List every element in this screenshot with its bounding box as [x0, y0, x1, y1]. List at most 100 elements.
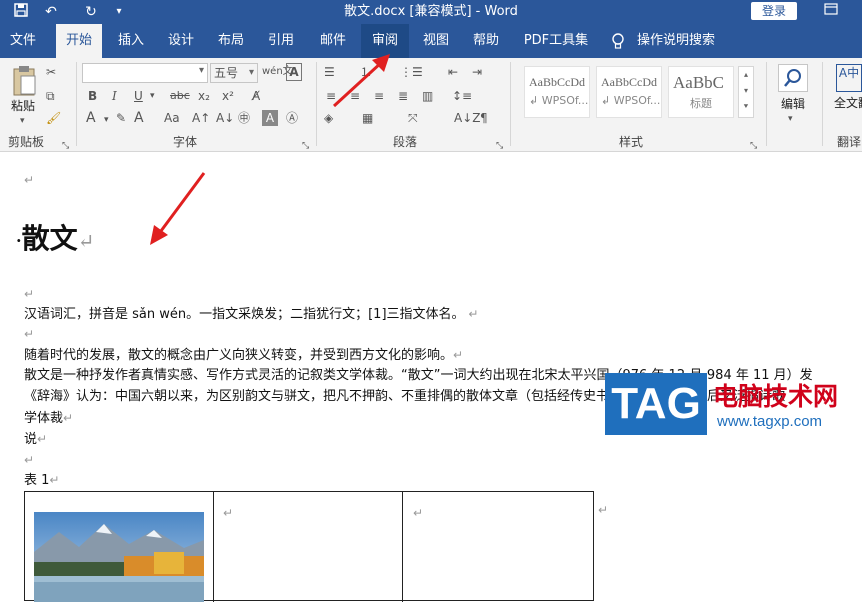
font-name-combo[interactable]: ▾ [82, 63, 208, 83]
tab-references[interactable]: 引用 [258, 24, 304, 58]
styles-more-icon[interactable]: ⯆ [739, 99, 753, 115]
table-caption[interactable]: 表 1↵ [24, 471, 59, 490]
ribbon-separator [76, 62, 77, 146]
cut-icon[interactable]: ✂ [46, 64, 56, 80]
font-size-combo[interactable]: 五号 ▾ [210, 63, 258, 83]
paragraph-mark: ↵ [24, 173, 35, 187]
borders-icon[interactable]: ▦ [362, 110, 373, 126]
styles-scroll[interactable]: ▴ ▾ ⯆ [738, 66, 754, 118]
text-effects-dropdown-icon[interactable]: ▾ [104, 112, 109, 128]
cell-mark: ↵ [413, 506, 424, 520]
ribbon-separator [822, 62, 823, 146]
annotation-arrow-heading [150, 172, 206, 245]
paragraph-group-label: 段落 [392, 135, 417, 149]
strikethrough-icon[interactable]: abc [170, 88, 190, 104]
styles-down-icon[interactable]: ▾ [739, 83, 753, 99]
paragraph-mark: ↵ [24, 287, 35, 301]
ribbon-separator [316, 62, 317, 146]
font-color-icon[interactable]: A [134, 110, 144, 126]
tab-file[interactable]: 文件 [0, 24, 46, 58]
styles-launcher-icon[interactable]: ⤡ [750, 138, 757, 154]
format-painter-icon[interactable]: 🖌 [46, 110, 61, 126]
annotation-arrow-review [332, 54, 390, 108]
window-title: 散文.docx [兼容模式] - Word [344, 4, 518, 19]
ribbon-separator [766, 62, 767, 146]
style-item-wps-1[interactable]: AaBbCcDd ↲ WPSOf... [524, 66, 590, 118]
enclose-characters-icon[interactable]: ㊥ [238, 110, 250, 126]
editing-dropdown-icon[interactable]: ▾ [788, 111, 793, 127]
tell-me-search[interactable]: 操作说明搜索 [634, 24, 718, 58]
superscript-icon[interactable]: x² [222, 88, 234, 104]
font-launcher-icon[interactable]: ⤡ [302, 138, 309, 154]
clipboard-launcher-icon[interactable]: ⤡ [62, 138, 69, 154]
shrink-font-icon[interactable]: A↓ [216, 110, 234, 126]
watermark-url: www.tagxp.com [717, 413, 823, 430]
editing-button[interactable]: 编辑 [776, 96, 810, 112]
body-paragraph[interactable]: 汉语词汇，拼音是 sǎn wén。一指文采焕发；二指犹行文；[1]三指文体名。 … [24, 305, 478, 324]
translate-icon[interactable]: A中 [836, 64, 862, 92]
highlight-icon[interactable]: ✎ [116, 110, 126, 126]
style-item-heading[interactable]: AaBbC 标题 [668, 66, 734, 118]
tab-design[interactable]: 设计 [158, 24, 204, 58]
underline-dropdown-icon[interactable]: ▾ [150, 88, 155, 104]
style-item-wps-2[interactable]: AaBbCcDd ↲ WPSOf... [596, 66, 662, 118]
styles-up-icon[interactable]: ▴ [739, 67, 753, 83]
line-spacing-icon[interactable]: ↕≡ [452, 88, 472, 104]
show-marks-icon[interactable]: ¶ [480, 110, 488, 126]
sort-icon[interactable]: A↓Z [454, 110, 480, 126]
tab-view[interactable]: 视图 [413, 24, 459, 58]
decrease-indent-icon[interactable]: ⇤ [448, 64, 458, 80]
tab-help[interactable]: 帮助 [463, 24, 509, 58]
tab-insert[interactable]: 插入 [108, 24, 154, 58]
tab-layout[interactable]: 布局 [208, 24, 254, 58]
shading-icon[interactable]: ◈ [324, 110, 333, 126]
search-icon[interactable] [778, 64, 808, 92]
paste-dropdown-icon[interactable]: ▾ [20, 113, 25, 129]
document-area[interactable]: ↵ ·散文↵ ↵ 汉语词汇，拼音是 sǎn wén。一指文采焕发；二指犹行文；[… [0, 153, 862, 602]
watermark-logo: TAG [605, 373, 707, 435]
paste-icon[interactable] [10, 64, 40, 102]
ribbon-tab-bar: 文件 开始 插入 设计 布局 引用 邮件 审阅 视图 帮助 PDF工具集 操作说… [0, 24, 862, 58]
bold-icon[interactable]: B [88, 88, 97, 104]
paragraph-launcher-icon[interactable]: ⤡ [496, 138, 503, 154]
watermark: TAG 电脑技术网 www.tagxp.com [605, 373, 862, 436]
tab-home[interactable]: 开始 [56, 24, 102, 58]
ribbon-display-options-icon[interactable] [820, 2, 842, 22]
row-end-mark: ↵ [598, 503, 609, 517]
font-name-dropdown-icon[interactable]: ▾ [199, 65, 204, 76]
body-paragraph[interactable]: 说↵ [24, 430, 47, 449]
font-size-value: 五号 [214, 66, 239, 80]
change-case-icon[interactable]: Aa [164, 110, 180, 126]
translate-group-label: 翻译 [836, 135, 861, 149]
font-group-label: 字体 [172, 135, 197, 149]
italic-icon[interactable]: I [112, 88, 117, 104]
paste-button[interactable]: 粘贴 [6, 98, 40, 114]
copy-icon[interactable]: ⧉ [46, 88, 55, 104]
title-bar: ↶ ↻ ▾ 散文.docx [兼容模式] - Word 登录 [0, 0, 862, 24]
subscript-icon[interactable]: x₂ [198, 88, 210, 104]
paragraph-mark: ↵ [24, 327, 35, 341]
increase-indent-icon[interactable]: ⇥ [472, 64, 482, 80]
multilevel-list-icon[interactable]: ⋮☰ [400, 64, 423, 80]
login-button[interactable]: 登录 [751, 2, 797, 20]
underline-icon[interactable]: U [134, 88, 143, 104]
paragraph-mark: ↵ [24, 453, 35, 467]
enclosed-a-icon[interactable]: Ⓐ [286, 110, 298, 126]
ribbon: 粘贴 ▾ ✂ ⧉ 🖌 剪贴板 ⤡ ▾ 五号 ▾ wén文 A B I U ▾ a… [0, 58, 862, 152]
character-border-icon[interactable]: A [286, 63, 302, 81]
distributed-icon[interactable]: ▥ [422, 88, 433, 104]
cell-mark: ↵ [223, 506, 234, 520]
text-effects-icon[interactable]: A [86, 110, 96, 126]
clear-formatting-icon[interactable]: A̸ [252, 88, 260, 104]
grow-font-icon[interactable]: A↑ [192, 110, 210, 126]
tab-pdf-tools[interactable]: PDF工具集 [516, 24, 596, 58]
font-size-dropdown-icon[interactable]: ▾ [249, 64, 254, 82]
character-shading-icon[interactable]: A [262, 110, 278, 126]
body-paragraph[interactable]: 学体裁↵ [24, 409, 73, 428]
full-translate-button[interactable]: 全文翻译 [834, 96, 862, 111]
body-paragraph[interactable]: 随着时代的发展，散文的概念由广义向狭义转变，并受到西方文化的影响。↵ [24, 346, 463, 365]
chinese-layout-icon[interactable]: ⤧ [408, 110, 418, 126]
document-heading[interactable]: ·散文↵ [16, 217, 94, 257]
watermark-site-name: 电脑技术网 [713, 382, 839, 411]
document-table[interactable]: ↵ ↵ [24, 491, 594, 602]
